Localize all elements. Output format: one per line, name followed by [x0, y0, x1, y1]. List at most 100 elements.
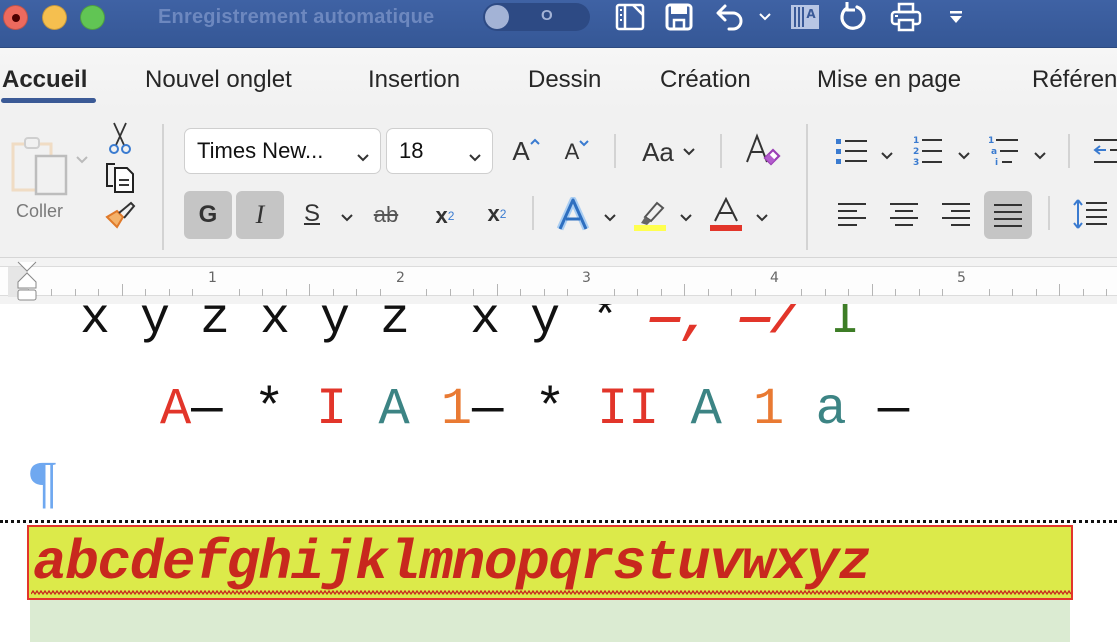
svg-text:1: 1 — [913, 136, 919, 146]
change-case-button[interactable]: Aa — [638, 136, 700, 168]
font-color-icon[interactable] — [708, 196, 744, 234]
highlight-dropdown-icon[interactable] — [679, 210, 693, 228]
tab-creation[interactable]: Création — [660, 66, 751, 94]
paste-label: Coller — [16, 201, 64, 221]
svg-text:3: 3 — [913, 158, 919, 168]
active-tab-indicator — [1, 98, 96, 103]
superscript-digit: 2 — [499, 207, 507, 221]
document-canvas[interactable]: x y z x y z x y * —, —/ I A— * I A 1— * … — [0, 304, 1117, 642]
font-color-dropdown-icon[interactable] — [755, 210, 769, 228]
sidebar-icon[interactable] — [613, 2, 647, 32]
align-right-icon[interactable] — [938, 196, 974, 232]
tab-nouvel-onglet[interactable]: Nouvel onglet — [145, 66, 292, 94]
text-run: x y z x y z x y — [80, 304, 591, 348]
clear-formatting-icon[interactable] — [742, 132, 782, 168]
undo-dropdown-icon[interactable] — [755, 2, 775, 32]
bullet-list-icon[interactable] — [834, 136, 870, 168]
text-run: * — [590, 304, 651, 348]
customize-toolbar-icon[interactable] — [944, 2, 968, 32]
superscript-button[interactable]: x2 — [482, 196, 512, 232]
ruler-number: 2 — [396, 270, 405, 286]
svg-text:1: 1 — [988, 136, 994, 146]
redo-icon[interactable] — [836, 2, 870, 32]
ruler-tick — [496, 284, 498, 296]
ruler-tick — [309, 284, 311, 296]
horizontal-ruler[interactable]: 1 2 3 4 5 — [0, 266, 1117, 297]
font-size-select[interactable]: 18 — [386, 128, 493, 174]
shrink-font-button[interactable]: A — [560, 136, 594, 168]
italic-label: I — [255, 200, 265, 229]
ruler-tick — [356, 289, 358, 296]
ruler-tick — [895, 289, 897, 296]
section-break-line — [0, 520, 1117, 523]
undo-icon[interactable] — [714, 2, 748, 32]
text-run: 1 — [440, 380, 473, 439]
text-run: II — [596, 380, 660, 439]
text-run: A — [160, 380, 192, 439]
ruler: 1 2 3 4 5 — [0, 258, 1117, 304]
grow-font-button[interactable]: A — [508, 134, 544, 168]
cut-icon[interactable] — [106, 120, 134, 156]
align-center-icon[interactable] — [886, 196, 922, 232]
ruler-tick — [98, 289, 100, 296]
ruler-tick — [1012, 289, 1014, 296]
ruler-tick — [707, 289, 709, 296]
minimize-window-button[interactable] — [42, 5, 67, 30]
numbered-list-icon[interactable]: 123 — [910, 134, 944, 168]
underline-dropdown-icon[interactable] — [340, 210, 354, 228]
strikethrough-button[interactable]: ab — [368, 198, 404, 232]
tab-references[interactable]: Référen — [1032, 66, 1117, 94]
shaded-paragraph — [30, 600, 1070, 642]
autosave-toggle[interactable]: O — [483, 3, 590, 31]
ruler-number: 4 — [770, 270, 779, 286]
close-window-button[interactable] — [3, 5, 28, 30]
paragraph-mark-icon: ¶ — [30, 449, 57, 514]
separator — [614, 134, 616, 168]
decrease-indent-icon[interactable] — [1092, 134, 1117, 168]
zoom-window-button[interactable] — [80, 5, 105, 30]
tab-accueil[interactable]: Accueil — [2, 66, 87, 94]
italic-button[interactable]: I — [236, 191, 284, 239]
text-run: — * — [191, 380, 317, 439]
save-icon[interactable] — [663, 2, 695, 32]
grow-font-label: A — [512, 135, 530, 166]
document-line-1: x y z x y z x y * —, —/ I — [80, 304, 860, 350]
text-run: I — [316, 380, 348, 439]
font-name-value: Times New... — [197, 138, 324, 163]
svg-text:i: i — [995, 158, 998, 168]
alphabet-text: abcdefghijklmnopqrstuvwxyz — [33, 531, 872, 595]
autosave-state: O — [541, 7, 553, 24]
paste-dropdown-icon[interactable] — [75, 152, 89, 170]
copy-icon[interactable] — [102, 160, 138, 194]
text-effects-dropdown-icon[interactable] — [603, 210, 617, 228]
text-direction-icon[interactable]: A — [788, 2, 822, 32]
format-painter-icon[interactable] — [102, 198, 138, 232]
print-icon[interactable] — [888, 2, 924, 32]
justify-button[interactable] — [984, 191, 1032, 239]
highlighted-text-frame[interactable]: abcdefghijklmnopqrstuvwxyz — [27, 525, 1073, 600]
font-name-select[interactable]: Times New... — [184, 128, 381, 174]
svg-text:2: 2 — [913, 147, 919, 157]
line-spacing-icon[interactable] — [1070, 196, 1110, 232]
indent-marker-icon[interactable] — [16, 260, 38, 307]
tab-mise-en-page[interactable]: Mise en page — [817, 66, 961, 94]
text-effects-icon[interactable] — [556, 196, 590, 232]
multilevel-list-icon[interactable]: 1ai — [986, 134, 1020, 168]
ribbon-tabs: Accueil Nouvel onglet Insertion Dessin C… — [0, 48, 1117, 110]
ruler-tick — [51, 289, 53, 296]
svg-text:A: A — [806, 7, 816, 21]
tab-dessin[interactable]: Dessin — [528, 66, 601, 94]
paste-button[interactable] — [10, 130, 70, 202]
tab-insertion[interactable]: Insertion — [368, 66, 460, 94]
text-run: I — [830, 304, 861, 348]
bold-button[interactable]: G — [184, 191, 232, 239]
numbered-dropdown-icon[interactable] — [957, 148, 971, 166]
align-left-icon[interactable] — [834, 196, 870, 232]
subscript-button[interactable]: x2 — [430, 198, 460, 234]
bullet-dropdown-icon[interactable] — [880, 148, 894, 166]
text-run: 1 — [753, 380, 785, 439]
multilevel-dropdown-icon[interactable] — [1033, 148, 1047, 166]
ribbon-accueil: Coller Times New... 18 A A Aa G I S ab x… — [0, 110, 1117, 258]
highlight-color-icon[interactable] — [632, 196, 668, 234]
underline-button[interactable]: S — [298, 194, 326, 234]
